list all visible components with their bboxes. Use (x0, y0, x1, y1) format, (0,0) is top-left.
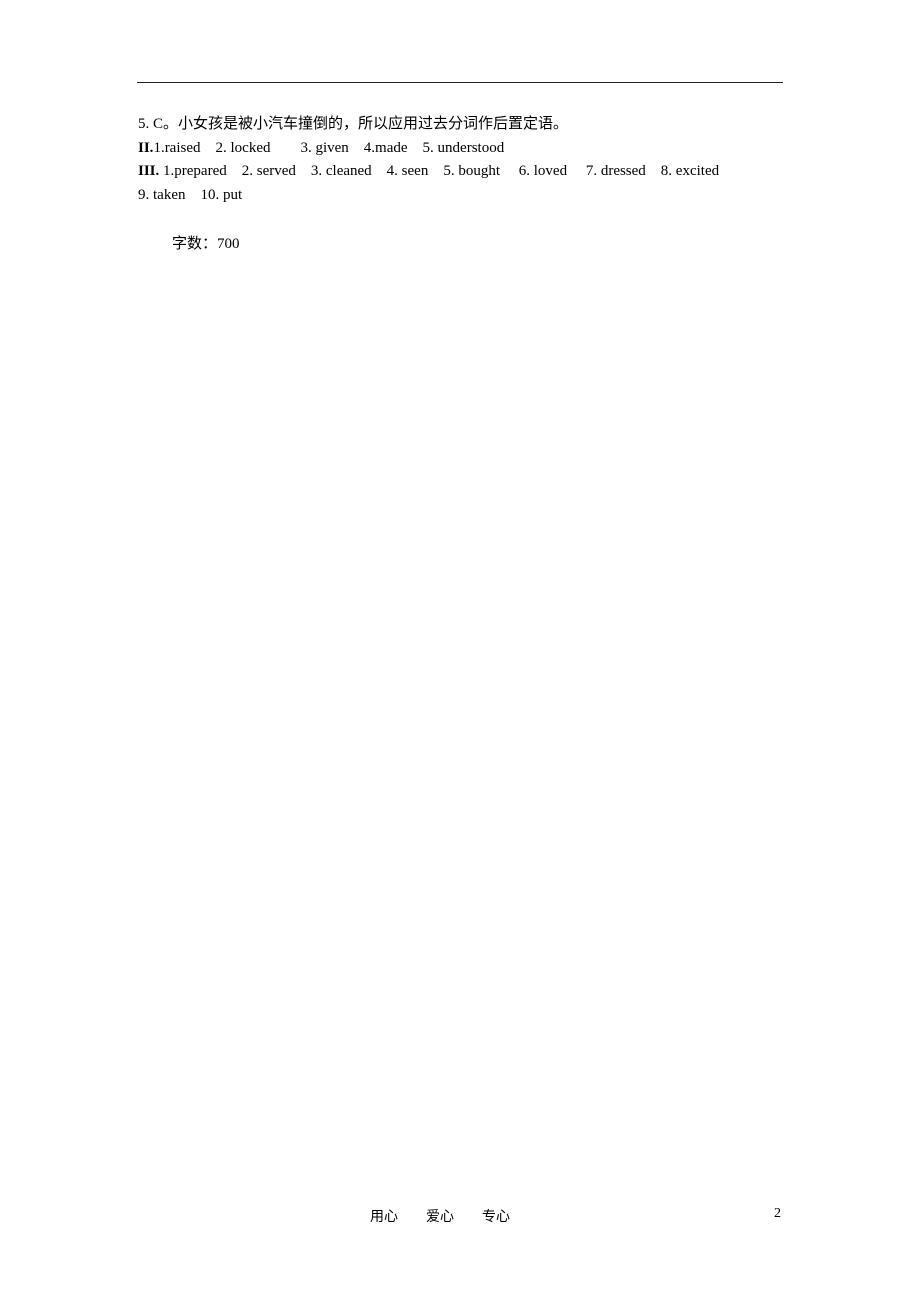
section-iii-answers: III. 1.prepared 2. served 3. cleaned 4. … (138, 160, 788, 184)
section-ii-text: 1.raised 2. locked 3. given 4.made 5. un… (153, 139, 505, 156)
section-iii-continued: 9. taken 10. put (138, 186, 243, 203)
section-ii-answers: II.1.raised 2. locked 3. given 4.made 5.… (138, 137, 788, 161)
answer-line-5c: 5. C。小女孩是被小汽车撞倒的，所以应用过去分词作后置定语。 (138, 116, 569, 132)
word-count: 字数：700 (172, 236, 240, 252)
section-ii-label: II. (138, 139, 154, 156)
section-iii-text: 1.prepared 2. served 3. cleaned 4. seen … (159, 163, 720, 179)
answer-content: 5. C。小女孩是被小汽车撞倒的，所以应用过去分词作后置定语。 II.1.rai… (138, 113, 788, 207)
header-rule (137, 82, 783, 83)
section-iii-label: III. (138, 163, 160, 179)
page-number: 2 (774, 1206, 781, 1221)
footer-motto: 用心 爱心 专心 (370, 1210, 510, 1225)
